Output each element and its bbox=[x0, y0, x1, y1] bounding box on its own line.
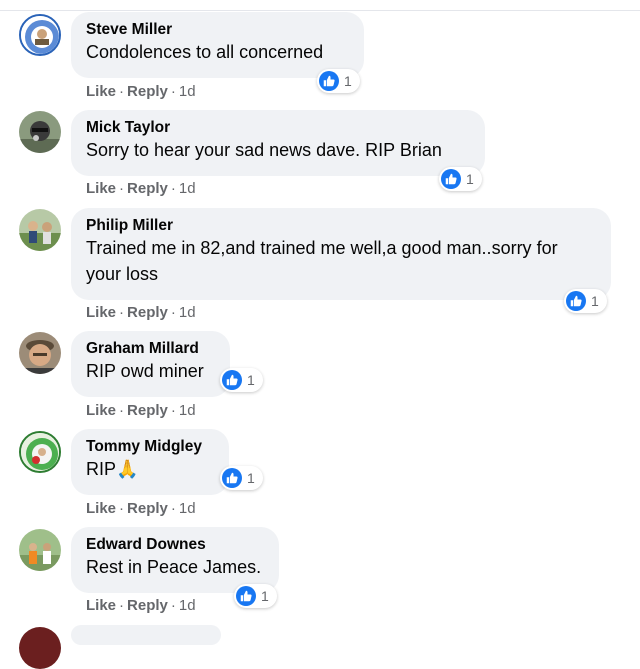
like-button[interactable]: Like bbox=[86, 304, 116, 321]
comment-author[interactable]: Mick Taylor bbox=[86, 118, 471, 137]
comment-actions: Like · Reply · 1d bbox=[86, 304, 196, 321]
reaction-count: 1 bbox=[466, 171, 474, 187]
comment-text: Sorry to hear your sad news dave. RIP Br… bbox=[86, 140, 442, 160]
like-button[interactable]: Like bbox=[86, 180, 116, 197]
like-button[interactable]: Like bbox=[86, 500, 116, 517]
comment-actions: Like · Reply · 1d bbox=[86, 402, 196, 419]
reaction-count: 1 bbox=[247, 470, 255, 486]
avatar[interactable] bbox=[19, 111, 61, 153]
reply-button[interactable]: Reply bbox=[127, 500, 168, 517]
like-button[interactable]: Like bbox=[86, 402, 116, 419]
thumbs-up-icon bbox=[222, 370, 242, 390]
comment-text: Condolences to all concerned bbox=[86, 42, 324, 62]
comment-actions: Like · Reply · 1d bbox=[86, 500, 196, 517]
reaction-badge[interactable]: 1 bbox=[439, 167, 482, 191]
comment-actions: Like · Reply · 1d bbox=[86, 180, 196, 197]
reaction-badge[interactable]: 1 bbox=[317, 69, 360, 93]
reaction-badge[interactable]: 1 bbox=[564, 289, 607, 313]
avatar[interactable] bbox=[19, 332, 61, 374]
comment-bubble: Mick Taylor Sorry to hear your sad news … bbox=[71, 110, 485, 176]
comment-author[interactable]: Tommy Midgley bbox=[86, 437, 215, 456]
comment-author[interactable]: Steve Miller bbox=[86, 20, 350, 39]
reply-button[interactable]: Reply bbox=[127, 180, 168, 197]
comment-text: RIP🙏 bbox=[86, 459, 139, 479]
reaction-badge[interactable]: 1 bbox=[220, 466, 263, 490]
comment-text: Trained me in 82,and trained me well,a g… bbox=[86, 238, 558, 284]
comment-timestamp[interactable]: 1d bbox=[179, 180, 196, 197]
thumbs-up-icon bbox=[441, 169, 461, 189]
avatar[interactable] bbox=[19, 209, 61, 251]
comment-timestamp[interactable]: 1d bbox=[179, 597, 196, 614]
comment-timestamp[interactable]: 1d bbox=[179, 304, 196, 321]
comment-actions: Like · Reply · 1d bbox=[86, 83, 196, 100]
reply-button[interactable]: Reply bbox=[127, 304, 168, 321]
comment-actions: Like · Reply · 1d bbox=[86, 597, 196, 614]
reaction-count: 1 bbox=[591, 293, 599, 309]
thumbs-up-icon bbox=[566, 291, 586, 311]
reaction-count: 1 bbox=[344, 73, 352, 89]
reaction-count: 1 bbox=[261, 588, 269, 604]
reaction-count: 1 bbox=[247, 372, 255, 388]
comment-author[interactable]: Edward Downes bbox=[86, 535, 265, 554]
reaction-badge[interactable]: 1 bbox=[220, 368, 263, 392]
comment-text: RIP owd miner bbox=[86, 361, 204, 381]
reply-button[interactable]: Reply bbox=[127, 597, 168, 614]
comment-bubble: Tommy Midgley RIP🙏 bbox=[71, 429, 229, 495]
comment-bubble: Philip Miller Trained me in 82,and train… bbox=[71, 208, 611, 300]
comment-bubble: Graham Millard RIP owd miner bbox=[71, 331, 230, 397]
reply-button[interactable]: Reply bbox=[127, 402, 168, 419]
thumbs-up-icon bbox=[319, 71, 339, 91]
comment-author[interactable]: Graham Millard bbox=[86, 339, 216, 358]
comment-timestamp[interactable]: 1d bbox=[179, 83, 196, 100]
thumbs-up-icon bbox=[236, 586, 256, 606]
top-divider bbox=[0, 0, 640, 11]
thumbs-up-icon bbox=[222, 468, 242, 488]
avatar[interactable] bbox=[19, 14, 61, 56]
comment-text: Rest in Peace James. bbox=[86, 557, 262, 577]
comment-author[interactable]: Philip Miller bbox=[86, 216, 597, 235]
comment-bubble bbox=[71, 625, 221, 645]
reaction-badge[interactable]: 1 bbox=[234, 584, 277, 608]
avatar[interactable] bbox=[19, 529, 61, 571]
avatar[interactable] bbox=[19, 431, 61, 473]
like-button[interactable]: Like bbox=[86, 83, 116, 100]
comment-bubble: Steve Miller Condolences to all concerne… bbox=[71, 12, 364, 78]
like-button[interactable]: Like bbox=[86, 597, 116, 614]
comment-timestamp[interactable]: 1d bbox=[179, 500, 196, 517]
comment-timestamp[interactable]: 1d bbox=[179, 402, 196, 419]
avatar[interactable] bbox=[19, 627, 61, 669]
reply-button[interactable]: Reply bbox=[127, 83, 168, 100]
